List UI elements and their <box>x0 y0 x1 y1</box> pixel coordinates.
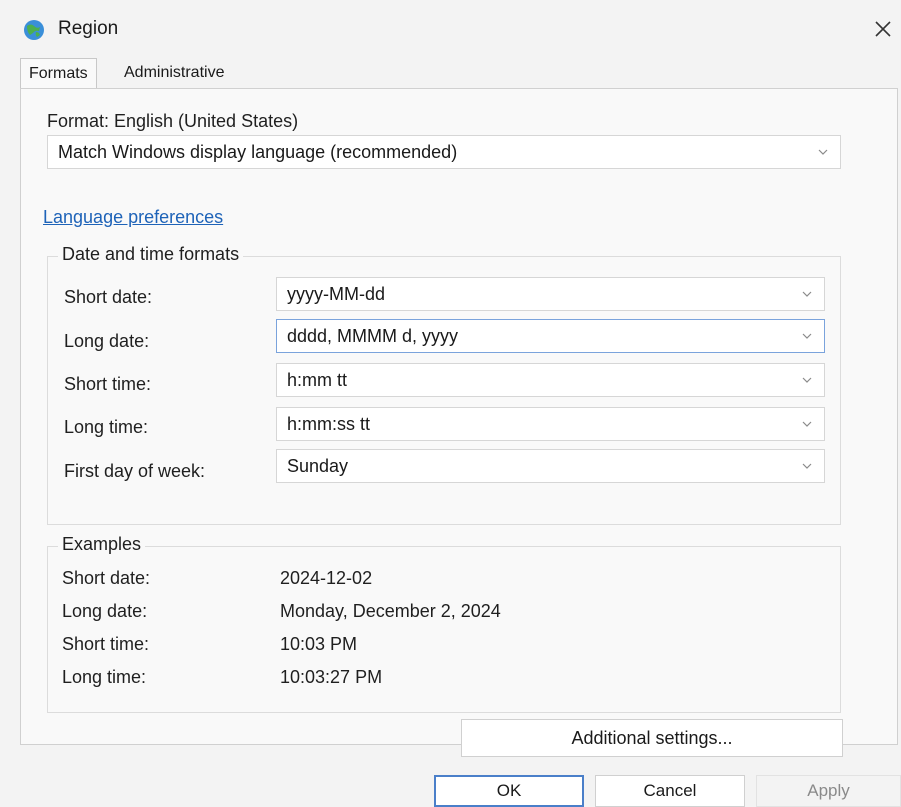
example-long-time-value: 10:03:27 PM <box>280 667 383 687</box>
chevron-down-icon <box>802 421 812 427</box>
short-date-label: Short date: <box>64 287 153 307</box>
long-date-value: dddd, MMMM d, yyyy <box>287 326 459 346</box>
example-long-time-label: Long time: <box>62 667 147 687</box>
title-bar: Region <box>0 0 901 46</box>
apply-button[interactable]: Apply <box>756 775 901 807</box>
format-label: Format: English (United States) <box>47 111 299 131</box>
long-time-label: Long time: <box>64 417 149 437</box>
close-icon[interactable] <box>868 14 898 44</box>
tab-administrative[interactable]: Administrative <box>116 58 233 88</box>
example-short-time-label: Short time: <box>62 634 150 654</box>
long-date-select[interactable]: dddd, MMMM d, yyyy <box>276 319 825 353</box>
formats-panel: Format: English (United States) Match Wi… <box>20 88 898 757</box>
example-long-date-value: Monday, December 2, 2024 <box>280 601 501 621</box>
group-title-examples: Examples <box>58 534 146 555</box>
short-time-select[interactable]: h:mm tt <box>276 363 825 397</box>
format-select[interactable]: Match Windows display language (recommen… <box>47 135 841 169</box>
first-day-of-week-label: First day of week: <box>64 461 206 481</box>
chevron-down-icon <box>802 333 812 339</box>
globe-icon <box>24 20 44 40</box>
example-short-time-value: 10:03 PM <box>280 634 358 654</box>
long-date-label: Long date: <box>64 331 150 351</box>
ok-button[interactable]: OK <box>434 775 584 807</box>
examples-group: Examples Short date: 2024-12-02 Long dat… <box>47 534 841 713</box>
first-day-of-week-value: Sunday <box>287 456 349 476</box>
example-short-date-label: Short date: <box>62 568 151 588</box>
short-date-value: yyyy-MM-dd <box>287 284 385 304</box>
example-long-date-label: Long date: <box>62 601 148 621</box>
first-day-of-week-select[interactable]: Sunday <box>276 449 825 483</box>
short-date-select[interactable]: yyyy-MM-dd <box>276 277 825 311</box>
additional-settings-button[interactable]: Additional settings... <box>461 719 843 757</box>
long-time-value: h:mm:ss tt <box>287 414 371 434</box>
tab-formats[interactable]: Formats <box>20 58 97 88</box>
date-time-formats-group: Date and time formats Short date: yyyy-M… <box>47 244 841 525</box>
short-time-label: Short time: <box>64 374 152 394</box>
chevron-down-icon <box>818 149 828 155</box>
group-title-date-time: Date and time formats <box>58 244 244 265</box>
example-short-date-value: 2024-12-02 <box>280 568 373 588</box>
cancel-button[interactable]: Cancel <box>595 775 745 807</box>
long-time-select[interactable]: h:mm:ss tt <box>276 407 825 441</box>
format-select-value: Match Windows display language (recommen… <box>58 142 458 162</box>
window-title: Region <box>58 18 119 39</box>
short-time-value: h:mm tt <box>287 370 348 390</box>
language-preferences-link[interactable]: Language preferences <box>43 207 223 228</box>
chevron-down-icon <box>802 291 812 297</box>
chevron-down-icon <box>802 463 812 469</box>
chevron-down-icon <box>802 377 812 383</box>
